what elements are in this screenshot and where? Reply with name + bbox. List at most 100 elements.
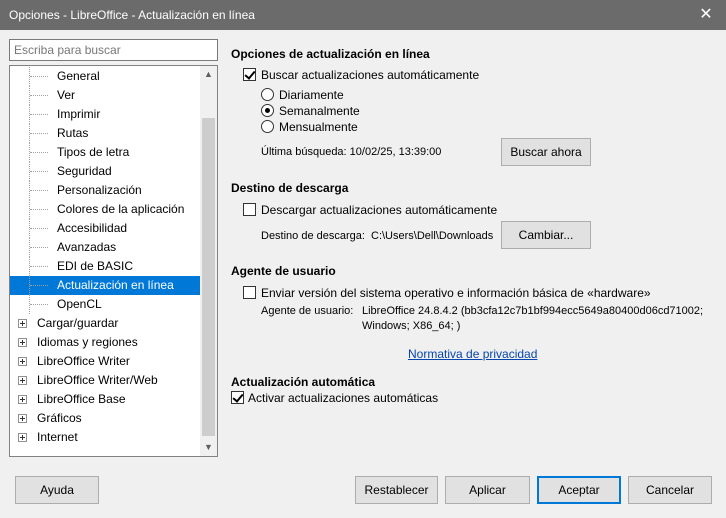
apply-button[interactable]: Aplicar bbox=[445, 476, 530, 504]
tree-item[interactable]: Seguridad bbox=[10, 162, 202, 181]
scroll-thumb[interactable] bbox=[202, 118, 215, 436]
expand-plus-icon[interactable] bbox=[18, 357, 27, 366]
auto-download-label: Descargar actualizaciones automáticament… bbox=[261, 203, 498, 217]
tree-scrollbar[interactable]: ▲ ▼ bbox=[200, 66, 217, 456]
agent-label: Agente de usuario: bbox=[261, 305, 354, 317]
tree-category-label: LibreOffice Writer/Web bbox=[37, 373, 158, 387]
destination-label: Destino de descarga: bbox=[261, 230, 365, 242]
expand-plus-icon[interactable] bbox=[18, 433, 27, 442]
change-button[interactable]: Cambiar... bbox=[501, 221, 591, 249]
expand-plus-icon[interactable] bbox=[18, 376, 27, 385]
tree-item-label: Tipos de letra bbox=[57, 145, 130, 159]
help-button[interactable]: Ayuda bbox=[15, 476, 99, 504]
tree-category-label: Internet bbox=[37, 430, 78, 444]
close-icon[interactable]: ✕ bbox=[696, 5, 716, 25]
tree-item[interactable]: Imprimir bbox=[10, 105, 202, 124]
tree-item-label: General bbox=[57, 69, 100, 83]
scroll-up-icon[interactable]: ▲ bbox=[200, 66, 217, 83]
tree-category[interactable]: Cargar/guardar bbox=[10, 314, 202, 333]
check-now-button[interactable]: Buscar ahora bbox=[501, 138, 591, 166]
tree-item[interactable]: Colores de la aplicación bbox=[10, 200, 202, 219]
tree-category-label: Gráficos bbox=[37, 411, 82, 425]
expand-plus-icon[interactable] bbox=[18, 338, 27, 347]
auto-check-checkbox[interactable] bbox=[243, 68, 256, 81]
section-title-user-agent: Agente de usuario bbox=[231, 264, 336, 278]
tree-item-label: Ver bbox=[57, 88, 76, 102]
destination-value: C:\Users\Dell\Downloads bbox=[371, 230, 494, 242]
tree-item[interactable]: Actualización en línea bbox=[10, 276, 202, 295]
tree-item[interactable]: Accesibilidad bbox=[10, 219, 202, 238]
cancel-button[interactable]: Cancelar bbox=[628, 476, 712, 504]
tree-branch-line bbox=[30, 266, 48, 267]
tree-category[interactable]: Gráficos bbox=[10, 409, 202, 428]
agent-line-2: Windows; X86_64; ) bbox=[362, 320, 461, 332]
window-title: Opciones - LibreOffice - Actualización e… bbox=[9, 8, 255, 22]
monthly-label: Mensualmente bbox=[279, 120, 358, 134]
tree-item[interactable]: EDI de BASIC bbox=[10, 257, 202, 276]
tree-branch-line bbox=[30, 304, 48, 305]
title-bar: Opciones - LibreOffice - Actualización e… bbox=[0, 0, 726, 30]
section-title-download: Destino de descarga bbox=[231, 181, 349, 195]
tree-branch-line bbox=[30, 228, 48, 229]
tree-item-label: Imprimir bbox=[57, 107, 101, 121]
tree-item[interactable]: Rutas bbox=[10, 124, 202, 143]
tree-branch-line bbox=[30, 95, 48, 96]
tree-item[interactable]: OpenCL bbox=[10, 295, 202, 314]
tree-category[interactable]: LibreOffice Base bbox=[10, 390, 202, 409]
tree-category[interactable]: LibreOffice Writer/Web bbox=[10, 371, 202, 390]
tree-category-label: Idiomas y regiones bbox=[37, 335, 138, 349]
agent-line-1: LibreOffice 24.8.4.2 (bb3cfa12c7b1bf994e… bbox=[362, 305, 704, 317]
tree-item[interactable]: Personalización bbox=[10, 181, 202, 200]
tree-item-label: Seguridad bbox=[57, 164, 112, 178]
section-title-online-update: Opciones de actualización en línea bbox=[231, 47, 430, 61]
last-check-text: Última búsqueda: 10/02/25, 13:39:00 bbox=[261, 146, 442, 158]
auto-check-label: Buscar actualizaciones automáticamente bbox=[261, 68, 480, 82]
tree-item[interactable]: Avanzadas bbox=[10, 238, 202, 257]
tree-branch-line bbox=[30, 247, 48, 248]
tree-item-label: Actualización en línea bbox=[57, 278, 174, 292]
tree-category-label: LibreOffice Writer bbox=[37, 354, 130, 368]
tree-item-label: EDI de BASIC bbox=[57, 259, 134, 273]
auto-update-checkbox[interactable] bbox=[231, 391, 244, 404]
tree-branch-line bbox=[30, 152, 48, 153]
send-info-label: Enviar versión del sistema operativo e i… bbox=[261, 286, 651, 300]
tree-item[interactable]: Ver bbox=[10, 86, 202, 105]
auto-update-label: Activar actualizaciones automáticas bbox=[248, 391, 439, 405]
tree-item-label: OpenCL bbox=[57, 297, 102, 311]
tree-item[interactable]: General bbox=[10, 67, 202, 86]
expand-plus-icon[interactable] bbox=[18, 395, 27, 404]
scroll-down-icon[interactable]: ▼ bbox=[200, 439, 217, 456]
tree-item[interactable]: Tipos de letra bbox=[10, 143, 202, 162]
tree-item-label: Personalización bbox=[57, 183, 142, 197]
privacy-policy-link[interactable]: Normativa de privacidad bbox=[408, 347, 537, 361]
tree-category-label: Cargar/guardar bbox=[37, 316, 119, 330]
ok-button[interactable]: Aceptar bbox=[537, 476, 621, 504]
tree-branch-line bbox=[30, 76, 48, 77]
options-tree: General Ver Imprimir Rutas Tipos de letra Seg… bbox=[9, 65, 218, 457]
tree-branch-line bbox=[30, 171, 48, 172]
tree-branch-line bbox=[30, 285, 48, 286]
tree-category[interactable]: Internet bbox=[10, 428, 202, 447]
auto-download-checkbox[interactable] bbox=[243, 203, 256, 216]
monthly-radio[interactable] bbox=[261, 120, 274, 133]
reset-button[interactable]: Restablecer bbox=[355, 476, 438, 504]
tree-branch-line bbox=[30, 133, 48, 134]
tree-branch-line bbox=[30, 114, 48, 115]
weekly-radio[interactable] bbox=[261, 104, 274, 117]
tree-item-label: Rutas bbox=[57, 126, 89, 140]
tree-category[interactable]: Idiomas y regiones bbox=[10, 333, 202, 352]
daily-label: Diariamente bbox=[279, 88, 344, 102]
tree-branch-line bbox=[30, 190, 48, 191]
expand-plus-icon[interactable] bbox=[18, 319, 27, 328]
section-title-auto-update: Actualización automática bbox=[231, 375, 376, 389]
daily-radio[interactable] bbox=[261, 88, 274, 101]
tree-category[interactable]: LibreOffice Writer bbox=[10, 352, 202, 371]
tree-item-label: Avanzadas bbox=[57, 240, 117, 254]
search-input[interactable] bbox=[9, 39, 218, 61]
tree-category-label: LibreOffice Base bbox=[37, 392, 126, 406]
expand-plus-icon[interactable] bbox=[18, 414, 27, 423]
send-info-checkbox[interactable] bbox=[243, 286, 256, 299]
weekly-label: Semanalmente bbox=[279, 104, 360, 118]
tree-item-label: Accesibilidad bbox=[57, 221, 128, 235]
tree-item-label: Colores de la aplicación bbox=[57, 202, 185, 216]
